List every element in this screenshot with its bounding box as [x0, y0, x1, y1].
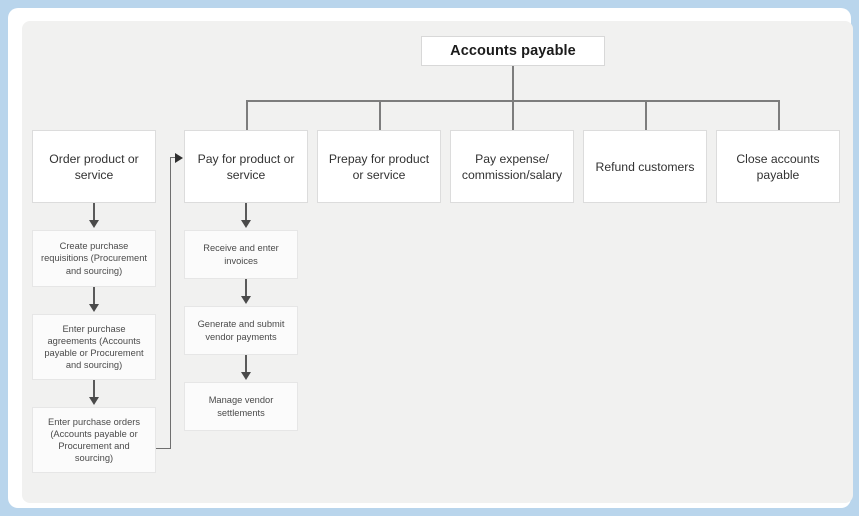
node-generate-submit-vendor-payments[interactable]: Generate and submit vendor payments: [184, 306, 298, 355]
arrowhead-payments-to-settlements: [241, 372, 251, 380]
connector-drop-order: [246, 100, 248, 130]
connector-root-stem: [512, 66, 514, 101]
node-label: Manage vendor settlements: [208, 395, 274, 418]
node-label: Pay for product or service: [197, 151, 295, 182]
node-refund-customers[interactable]: Refund customers: [583, 130, 707, 203]
node-label: Close accounts payable: [736, 151, 820, 182]
connector-feedback-riser: [169, 157, 171, 449]
diagram-frame: Accounts payable Order product or servic…: [8, 8, 853, 508]
connector-feedback-bottom: [156, 448, 171, 450]
node-label: Enter purchase orders (Accounts payable …: [48, 416, 140, 464]
node-label: Accounts payable: [450, 43, 576, 59]
node-label: Refund customers: [595, 159, 695, 174]
node-close-accounts-payable[interactable]: Close accounts payable: [716, 130, 840, 203]
node-enter-purchase-agreements[interactable]: Enter purchase agreements (Accounts paya…: [32, 314, 156, 380]
node-pay-expense-commission-salary[interactable]: Pay expense/ commission/salary: [450, 130, 574, 203]
node-label: Create purchase requisitions (Procuremen…: [41, 241, 147, 276]
arrowhead-pay-to-invoices: [241, 220, 251, 228]
node-label: Pay expense/ commission/salary: [461, 151, 563, 182]
diagram-canvas: Accounts payable Order product or servic…: [22, 21, 853, 503]
arrowhead-step2-to-step3: [89, 397, 99, 405]
connector-drop-expense: [645, 100, 647, 130]
connector-drop-prepay: [512, 100, 514, 130]
node-receive-and-enter-invoices[interactable]: Receive and enter invoices: [184, 230, 298, 279]
node-pay-for-product-or-service[interactable]: Pay for product or service: [184, 130, 308, 203]
node-enter-purchase-orders[interactable]: Enter purchase orders (Accounts payable …: [32, 407, 156, 473]
arrowhead-invoices-to-payments: [241, 296, 251, 304]
connector-drop-refund: [778, 100, 780, 130]
arrowhead-order-to-step1: [89, 220, 99, 228]
connector-drop-pay: [379, 100, 381, 130]
node-label: Enter purchase agreements (Accounts paya…: [44, 323, 144, 371]
arrowhead-step1-to-step2: [89, 304, 99, 312]
node-accounts-payable[interactable]: Accounts payable: [421, 36, 605, 66]
node-order-product-or-service[interactable]: Order product or service: [32, 130, 156, 203]
arrowhead-feedback-to-pay: [175, 152, 183, 163]
node-label: Receive and enter invoices: [203, 243, 279, 266]
node-label: Prepay for product or service: [328, 151, 430, 182]
node-label: Generate and submit vendor payments: [197, 319, 285, 342]
node-prepay-for-product-or-service[interactable]: Prepay for product or service: [317, 130, 441, 203]
node-label: Order product or service: [49, 151, 139, 182]
node-manage-vendor-settlements[interactable]: Manage vendor settlements: [184, 382, 298, 431]
node-create-purchase-requisitions[interactable]: Create purchase requisitions (Procuremen…: [32, 230, 156, 287]
